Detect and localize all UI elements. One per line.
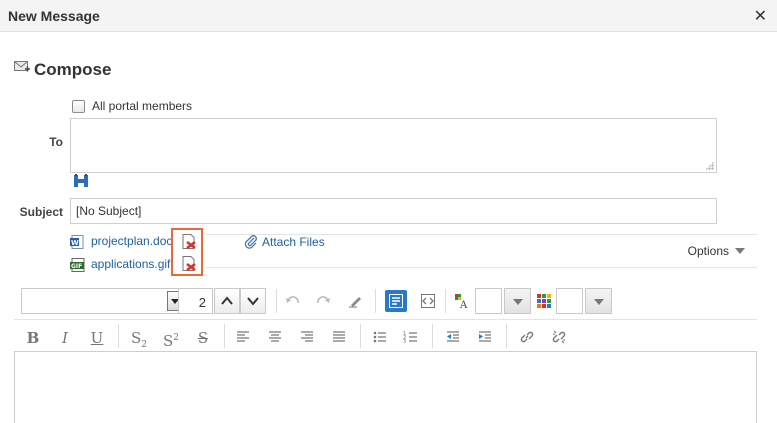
text-color-dropdown-button[interactable] [504,288,531,314]
align-right-icon [301,331,313,342]
svg-text:GIF: GIF [71,263,82,270]
editor-toolbar-bottom: B I U S2 S2 S 123 [14,319,757,353]
font-size-increase-button[interactable] [214,288,240,314]
justify-icon [333,331,345,342]
address-book-icon[interactable] [73,174,89,188]
redo-button[interactable] [312,290,334,312]
paperclip-icon [244,235,257,249]
outdent-button[interactable] [442,326,464,348]
font-family-select[interactable] [21,288,185,314]
unlink-icon [552,330,566,344]
text-color-icon: A [455,294,468,309]
svg-text:W: W [71,239,79,247]
toolbar-separator [118,324,119,348]
resize-grip-icon[interactable] [705,161,714,170]
rich-text-icon [389,294,403,308]
text-color-button[interactable]: A [451,290,473,312]
envelope-icon [14,61,30,72]
redo-icon [317,296,330,304]
close-icon[interactable]: ✕ [754,6,767,26]
justify-button[interactable] [328,326,350,348]
underline-button[interactable]: U [86,327,108,349]
toolbar-separator [445,289,446,313]
indent-button[interactable] [474,326,496,348]
clear-formatting-button[interactable] [344,290,366,312]
outdent-icon [447,331,459,342]
rich-text-mode-button[interactable] [385,290,407,312]
to-label: To [49,135,63,149]
dialog-titlebar: New Message ✕ [0,0,777,32]
toolbar-separator [360,324,361,348]
undo-icon [286,296,299,304]
numbered-list-icon: 123 [403,331,417,345]
align-left-icon [237,331,249,342]
align-right-button[interactable] [296,326,318,348]
attachment-link[interactable]: projectplan.doc [91,234,172,248]
subject-field[interactable] [70,198,717,224]
indent-icon [479,331,491,342]
chevron-down-icon [247,297,259,306]
align-left-button[interactable] [232,326,254,348]
align-center-icon [269,331,281,342]
message-body-editor[interactable] [14,351,757,423]
background-color-icon [537,294,551,308]
link-icon [520,331,534,343]
toolbar-separator [506,324,507,348]
background-color-dropdown-button[interactable] [585,288,612,314]
text-color-swatch[interactable] [475,288,502,314]
superscript-button[interactable]: S2 [160,327,182,350]
svg-text:A: A [459,300,468,309]
subject-label: Subject [19,205,63,219]
dialog-title: New Message [8,8,100,24]
bold-button[interactable]: B [22,327,44,349]
gif-image-icon: GIF [70,258,85,272]
insert-link-button[interactable] [516,326,538,348]
all-portal-members-checkbox[interactable] [72,100,85,113]
background-color-button[interactable] [533,290,555,312]
delete-attachments-highlight [171,228,203,276]
toolbar-separator [432,324,433,348]
numbered-list-button[interactable]: 123 [400,326,422,348]
undo-button[interactable] [282,290,304,312]
toolbar-separator [224,324,225,348]
italic-button[interactable]: I [54,327,76,349]
toolbar-separator [375,289,376,313]
source-mode-button[interactable] [417,290,439,312]
source-code-icon [421,294,435,308]
attach-files-link[interactable]: Attach Files [262,235,325,249]
subscript-button[interactable]: S2 [128,327,150,350]
delete-attachment-icon[interactable] [181,234,197,250]
editor-toolbar-top: 2 A [14,285,757,319]
bulleted-list-button[interactable] [369,326,391,348]
font-size-decrease-button[interactable] [240,288,266,314]
svg-text:3: 3 [403,339,406,345]
all-portal-members-label: All portal members [92,99,193,113]
options-label: Options [687,244,729,258]
remove-link-button[interactable] [548,326,570,348]
toolbar-separator [276,289,277,313]
font-size-input[interactable]: 2 [178,288,213,314]
bulleted-list-icon [373,331,386,343]
subject-input[interactable] [71,199,716,223]
chevron-up-icon [221,296,233,305]
to-field[interactable] [70,118,717,173]
strikethrough-button[interactable]: S [192,327,214,349]
delete-attachment-icon[interactable] [181,256,197,272]
chevron-down-icon [735,248,745,254]
align-center-button[interactable] [264,326,286,348]
attachment-link[interactable]: applications.gif [91,257,170,271]
word-doc-icon: W [70,235,84,249]
background-color-swatch[interactable] [556,288,583,314]
options-dropdown[interactable]: Options [688,244,745,258]
eraser-icon [349,297,361,308]
compose-title: Compose [34,60,112,79]
